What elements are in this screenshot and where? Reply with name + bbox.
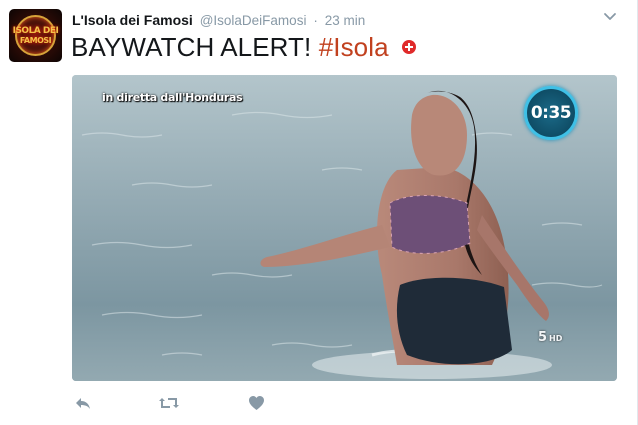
separator-dot: ·	[313, 13, 318, 28]
timestamp[interactable]: 23 min	[325, 13, 366, 28]
tweet-text: BAYWATCH ALERT! #Isola	[71, 31, 417, 63]
tweet-body: BAYWATCH ALERT!	[71, 32, 312, 62]
reply-icon	[76, 398, 90, 409]
avatar-logo-line2: FAMOSI	[19, 36, 52, 45]
hashtag-link[interactable]: #Isola	[319, 32, 389, 62]
chevron-down-icon[interactable]	[603, 12, 617, 22]
user-handle[interactable]: @IsolaDeiFamosi	[200, 13, 307, 28]
retweet-icon	[159, 398, 179, 408]
like-button[interactable]	[245, 392, 267, 414]
channel-logo-hd: HD	[549, 334, 563, 343]
media-photo[interactable]: in diretta dall'Honduras 0:35 5 HD	[72, 75, 617, 381]
avatar-logo-line1: ISOLA DEI	[12, 26, 59, 36]
tweet-header: L'Isola dei Famosi @IsolaDeiFamosi · 23 …	[72, 11, 365, 29]
countdown-timer: 0:35	[524, 86, 578, 140]
heart-icon	[248, 396, 264, 410]
display-name[interactable]: L'Isola dei Famosi	[72, 12, 193, 28]
channel-logo-number: 5	[538, 330, 548, 345]
channel-logo: 5 HD	[538, 330, 562, 345]
retweet-button[interactable]	[158, 392, 180, 414]
live-caption: in diretta dall'Honduras	[102, 91, 243, 104]
tweet-card: ISOLA DEI FAMOSI L'Isola dei Famosi @Iso…	[0, 0, 638, 425]
reply-button[interactable]	[72, 392, 94, 414]
timer-value: 0:35	[530, 103, 572, 123]
avatar[interactable]: ISOLA DEI FAMOSI	[9, 9, 62, 62]
swiss-flag-emoji-icon	[402, 40, 417, 54]
